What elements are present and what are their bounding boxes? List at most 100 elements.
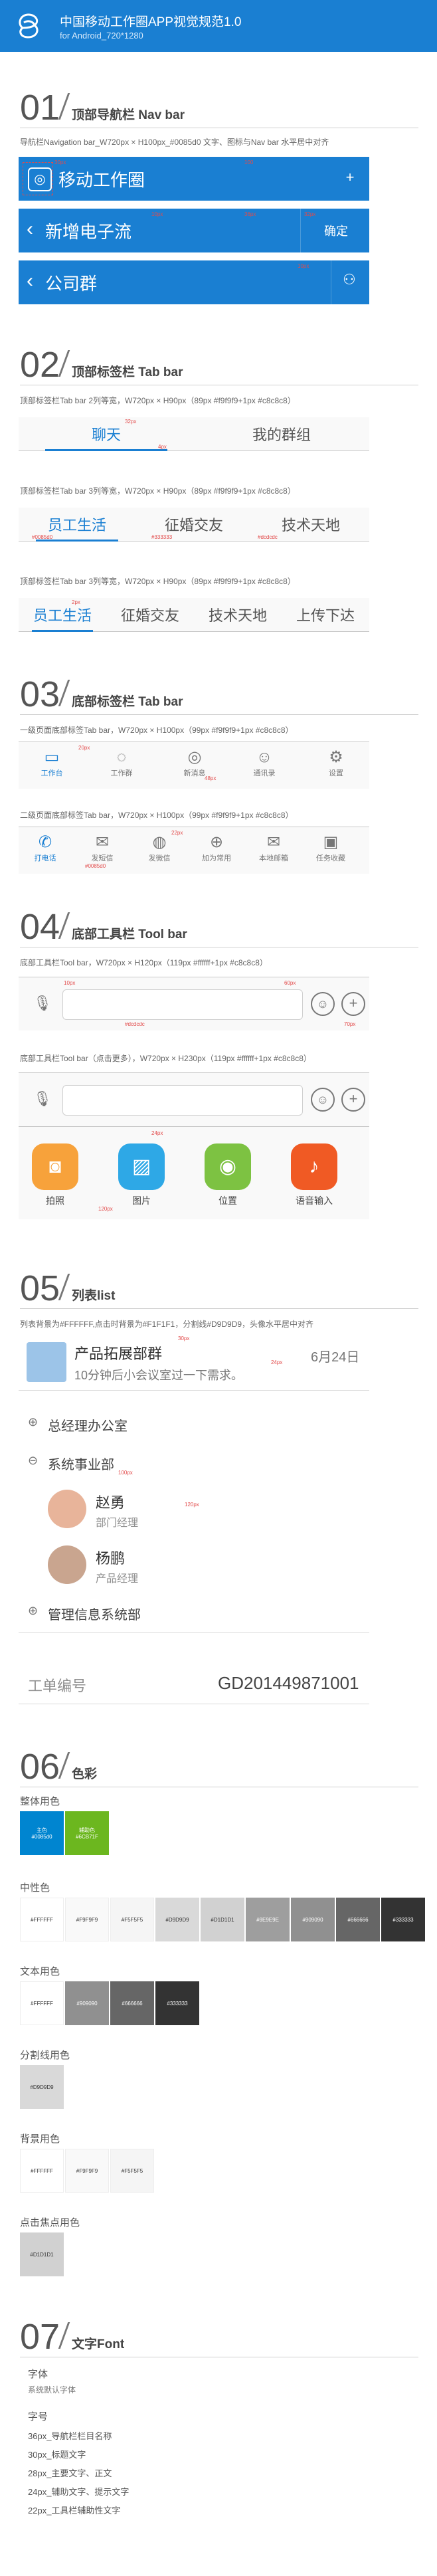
bottom-tab-archive[interactable]: ▣ 任务收藏 bbox=[311, 833, 351, 863]
toolbar-divider bbox=[19, 1126, 369, 1127]
gear-icon: ⚙ bbox=[329, 748, 343, 766]
font-size-row: 36px_导航栏栏目名称 bbox=[28, 2431, 112, 2441]
tab-item[interactable]: 征婚交友 bbox=[106, 598, 194, 631]
confirm-button[interactable]: 确定 bbox=[324, 222, 348, 239]
measure-label: 24px bbox=[271, 1359, 283, 1365]
form-field-value: GD201449871001 bbox=[218, 1673, 359, 1693]
measure-label: #0085d0 bbox=[32, 534, 53, 540]
color-swatch: #333333 bbox=[381, 1898, 425, 1941]
bottom-tab-settings[interactable]: ⚙ 设置 bbox=[316, 747, 356, 778]
color-category-title: 背景用色 bbox=[20, 2133, 60, 2145]
image-button[interactable]: ▨ bbox=[118, 1143, 165, 1190]
color-swatch-label: #F9F9F9 bbox=[76, 1916, 98, 1923]
message-input[interactable] bbox=[62, 1085, 303, 1116]
color-swatch: #909090 bbox=[291, 1898, 335, 1941]
color-category-title: 分割线用色 bbox=[20, 2050, 70, 2061]
color-category-title: 中性色 bbox=[20, 1882, 50, 1894]
collapse-minus-icon: ⊖ bbox=[28, 1454, 39, 1467]
add-user-icon: ⊕ bbox=[209, 833, 224, 851]
contact-list-item[interactable]: 赵勇 部门经理 120px bbox=[19, 1482, 369, 1538]
list-item[interactable]: 产品拓展部群 10分钟后小会议室过一下需求。 6月24日 30px 24px bbox=[19, 1334, 369, 1391]
measure-box bbox=[23, 162, 53, 195]
list-group-header[interactable]: ⊖ 系统事业部 100px bbox=[19, 1443, 369, 1482]
color-swatch: #D9D9D9 bbox=[155, 1898, 199, 1941]
microphone-icon[interactable]: 🎙 bbox=[33, 995, 52, 1012]
voice-input-button[interactable]: ♪ bbox=[291, 1143, 337, 1190]
plus-icon[interactable]: + bbox=[341, 992, 365, 1016]
contact-role: 部门经理 bbox=[96, 1518, 139, 1529]
measure-label: 4px bbox=[158, 444, 167, 450]
contact-list-item[interactable]: 杨鹏 产品经理 bbox=[19, 1537, 369, 1594]
bottom-tab-workbench[interactable]: ▭ 工作台 bbox=[32, 747, 72, 778]
tab-item[interactable]: 员工生活 bbox=[19, 598, 106, 632]
form-field-row[interactable]: 工单编号 GD201449871001 bbox=[19, 1661, 369, 1704]
plus-icon[interactable]: + bbox=[341, 1088, 365, 1112]
user-settings-icon[interactable]: ⚇ bbox=[343, 271, 359, 288]
group-name: 总经理办公室 bbox=[48, 1419, 128, 1434]
section-number: 04 bbox=[20, 907, 60, 947]
camera-button[interactable]: ◙ bbox=[32, 1143, 78, 1190]
bottom-tab-label: 发短信 bbox=[91, 854, 114, 862]
bottom-tab-add-frequent[interactable]: ⊕ 加为常用 bbox=[197, 833, 236, 863]
section-title: 顶部标签栏 Tab bar bbox=[72, 365, 183, 379]
bottom-tab-messages[interactable]: ◎ 新消息 bbox=[175, 747, 215, 778]
location-button[interactable]: ◉ bbox=[205, 1143, 251, 1190]
bottom-tab-contacts[interactable]: ☺ 通讯录 bbox=[244, 747, 284, 778]
color-swatch-label: #FFFFFF bbox=[31, 1916, 53, 1923]
group-avatar bbox=[27, 1342, 66, 1382]
emoji-icon[interactable]: ☺ bbox=[311, 992, 335, 1016]
color-swatch: #FFFFFF bbox=[20, 2149, 64, 2193]
section-desc: 顶部标签栏Tab bar 2列等宽，W720px × H90px（89px #f… bbox=[20, 396, 296, 405]
color-swatch: #666666 bbox=[336, 1898, 380, 1941]
back-icon[interactable]: ‹ bbox=[27, 218, 33, 241]
measure-label: #0085d0 bbox=[85, 863, 106, 869]
color-swatch: #F9F9F9 bbox=[65, 2149, 109, 2193]
color-swatch: #D1D1D1 bbox=[201, 1898, 244, 1941]
bottom-tab-call[interactable]: ✆ 打电话 bbox=[25, 833, 65, 863]
page-title: 中国移动工作圈APP视觉规范1.0 bbox=[60, 15, 242, 29]
section-title: 底部标签栏 Tab bar bbox=[72, 695, 183, 709]
section-slash bbox=[58, 912, 70, 939]
back-icon[interactable]: ‹ bbox=[27, 270, 33, 292]
section-desc: 底部工具栏Tool bar（点击更多），W720px × H230px（119p… bbox=[20, 1054, 311, 1063]
tab-item[interactable]: 上传下达 bbox=[282, 598, 369, 631]
section-title: 顶部导航栏 Nav bar bbox=[72, 108, 185, 122]
bottom-tab-sms[interactable]: ✉ 发短信 bbox=[82, 833, 122, 863]
color-swatch-hex: #6CB71F bbox=[76, 1834, 98, 1840]
bottom-tabbar-primary: ▭ 工作台 ◌ 工作群 ◎ 新消息 ☺ 通讯录 ⚙ 设置 20px 48px bbox=[19, 742, 369, 789]
tab-item[interactable]: 聊天 bbox=[19, 417, 194, 451]
measure-label: 22px bbox=[171, 830, 183, 836]
color-swatch-label: #D9D9D9 bbox=[30, 2084, 54, 2090]
contact-name: 赵勇 bbox=[96, 1494, 126, 1511]
bottom-tab-mail[interactable]: ✉ 本地邮箱 bbox=[254, 833, 294, 863]
section-desc: 一级页面底部标签Tab bar，W720px × H100px（99px #f9… bbox=[20, 726, 294, 735]
bottom-tab-label: 工作群 bbox=[110, 769, 133, 777]
measure-label: 30px bbox=[178, 1336, 190, 1341]
color-swatch-label: #F9F9F9 bbox=[76, 2167, 98, 2174]
bottom-tab-label: 任务收藏 bbox=[316, 854, 345, 862]
color-category-title: 文本用色 bbox=[20, 1966, 60, 1977]
microphone-icon[interactable]: 🎙 bbox=[33, 1090, 52, 1108]
plus-icon[interactable]: + bbox=[340, 169, 360, 189]
list-group-header[interactable]: ⊕ 总经理办公室 bbox=[19, 1405, 369, 1444]
measure-label: 2px bbox=[72, 599, 80, 605]
color-swatch: 主色 #0085d0 bbox=[20, 1811, 64, 1855]
toolbar-button-label: 语音输入 bbox=[296, 1195, 333, 1206]
section-slash bbox=[58, 680, 70, 706]
message-input[interactable] bbox=[62, 989, 303, 1020]
color-swatch: #D9D9D9 bbox=[20, 2065, 64, 2109]
color-category-title: 整体用色 bbox=[20, 1796, 60, 1807]
emoji-icon[interactable]: ☺ bbox=[311, 1088, 335, 1112]
laptop-icon: ▭ bbox=[44, 748, 60, 766]
tab-item[interactable]: 技术天地 bbox=[194, 598, 282, 631]
tab-item[interactable]: 我的群组 bbox=[194, 417, 369, 450]
list-item-subtitle: 10分钟后小会议室过一下需求。 bbox=[74, 1369, 244, 1382]
bottom-tab-wechat[interactable]: ◍ 发微信 bbox=[139, 833, 179, 863]
font-size-row: 22px_工具栏辅助性文字 bbox=[28, 2506, 121, 2516]
avatar bbox=[48, 1490, 86, 1528]
section-number: 03 bbox=[20, 674, 60, 714]
color-swatch-label: #666666 bbox=[347, 1916, 369, 1923]
list-group-header[interactable]: ⊕ 管理信息系统部 bbox=[19, 1593, 369, 1633]
measure-label: 10px bbox=[151, 211, 163, 217]
bottom-tab-groups[interactable]: ◌ 工作群 bbox=[102, 747, 141, 778]
